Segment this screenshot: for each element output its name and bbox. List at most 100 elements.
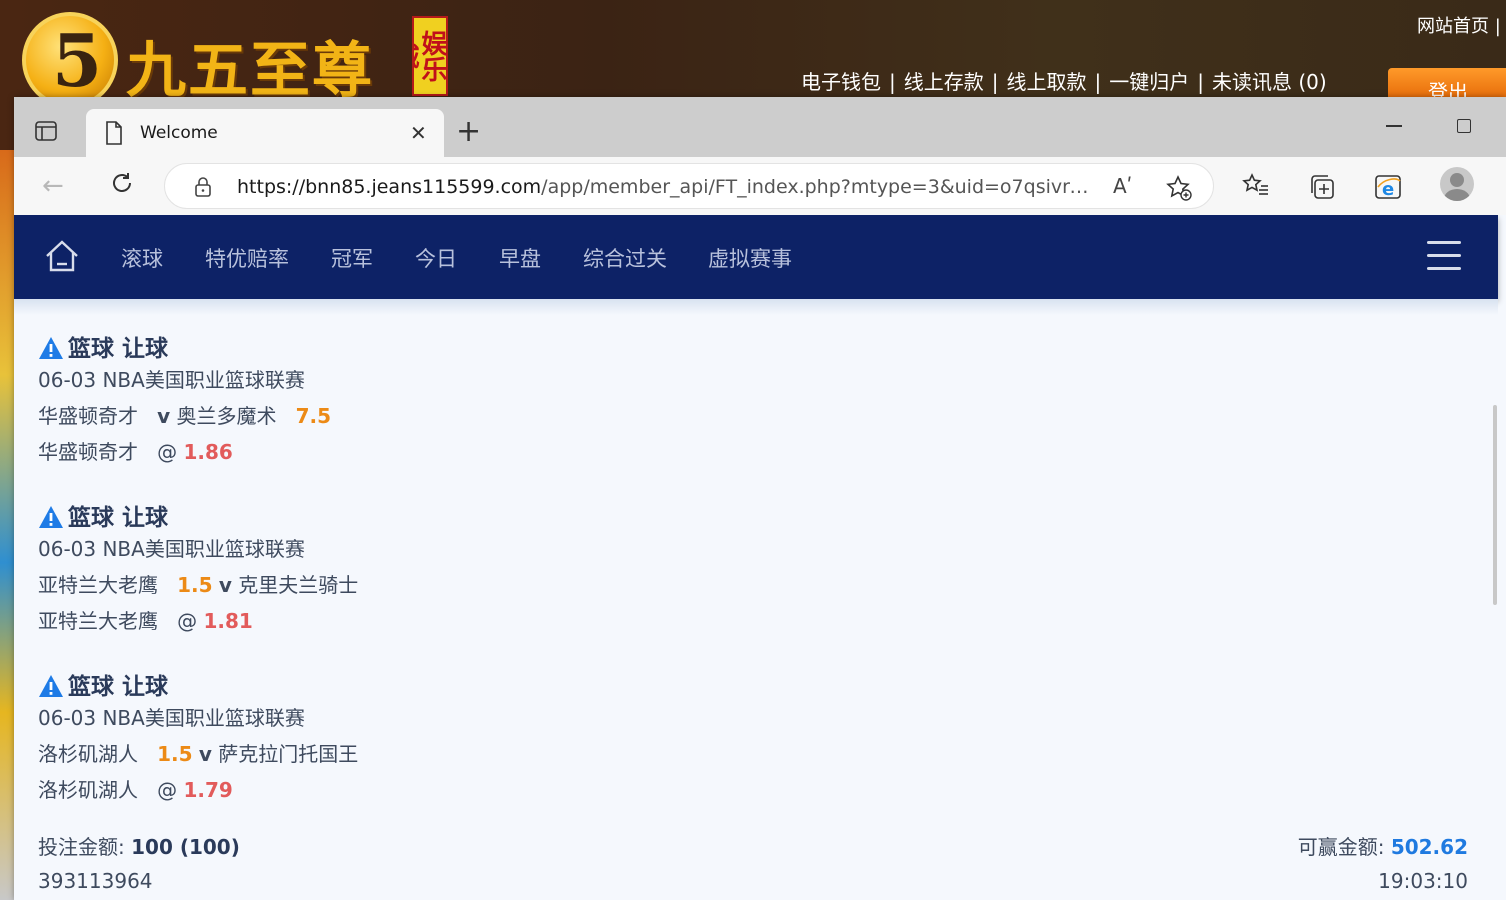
bet-title: 篮球 让球 <box>38 667 738 703</box>
bet-matchup: 洛杉矶湖人 1.5 v 萨克拉门托国王 <box>38 739 738 775</box>
site-account-links: 电子钱包 | 线上存款 | 线上取款 | 一键归户 | 未读讯息 (0) <box>801 66 1327 95</box>
at-sign: @ <box>157 778 178 802</box>
nav-champion[interactable]: 冠军 <box>331 243 373 273</box>
handicap-value: 1.5 <box>157 742 193 766</box>
logout-button[interactable]: 登出 <box>1388 68 1506 98</box>
bet-time: 19:03:10 <box>1378 869 1468 893</box>
withdraw-link[interactable]: 线上取款 <box>1007 70 1087 94</box>
back-arrow-icon[interactable]: ← <box>42 171 64 201</box>
bet-slip-item: 篮球 让球 06-03 NBA美国职业篮球联赛 洛杉矶湖人 1.5 v 萨克拉门… <box>38 667 738 811</box>
bet-league: 06-03 NBA美国职业篮球联赛 <box>38 706 305 730</box>
bet-pick: 华盛顿奇才 @ 1.86 <box>38 437 738 473</box>
at-sign: @ <box>157 440 178 464</box>
stake-summary: 投注金额: 100 (100) 可赢金额: 502.62 <box>38 831 1468 860</box>
link-separator: | <box>1094 70 1102 94</box>
bet-title: 篮球 让球 <box>38 329 738 365</box>
minimize-icon[interactable] <box>1386 125 1402 127</box>
versus: v <box>198 742 212 766</box>
away-team: 萨克拉门托国王 <box>218 742 359 766</box>
nav-live[interactable]: 滚球 <box>121 243 163 273</box>
document-icon <box>104 121 124 149</box>
nav-special-odds[interactable]: 特优赔率 <box>205 243 289 273</box>
site-logo-text: 九五至尊 <box>126 36 374 106</box>
stake-amount: 100 (100) <box>131 835 240 859</box>
consolidate-link[interactable]: 一键归户 <box>1109 70 1189 94</box>
versus: v <box>157 404 171 428</box>
home-team: 洛杉矶湖人 <box>38 742 138 766</box>
potential-win: 可赢金额: 502.62 <box>1298 831 1468 860</box>
scrollbar-thumb[interactable] <box>1493 405 1497 605</box>
background-banner-strip <box>0 150 14 900</box>
tab-title: Welcome <box>140 123 218 143</box>
favorites-icon[interactable] <box>1242 173 1270 203</box>
profile-avatar[interactable] <box>1440 167 1474 201</box>
bet-title: 篮球 让球 <box>38 498 738 534</box>
link-separator: | <box>991 70 999 94</box>
link-separator: | <box>1197 70 1204 94</box>
warning-icon <box>38 505 64 535</box>
away-team: 奥兰多魔术 <box>176 404 277 428</box>
read-aloud-icon[interactable]: Aʹ <box>1113 174 1132 198</box>
ticket-info: 393113964 19:03:10 <box>38 869 1468 893</box>
home-team: 华盛顿奇才 <box>38 404 138 428</box>
tab-welcome[interactable]: Welcome ✕ <box>86 109 444 157</box>
site-home-link[interactable]: 网站首页 | <box>1417 12 1501 38</box>
site-logo-badge: 娱乐城 <box>412 16 448 96</box>
browser-window: Welcome ✕ + ← https://bnn85.jeans115599.… <box>14 97 1506 900</box>
win-amount: 502.62 <box>1390 835 1468 859</box>
main-navigation: 滚球 特优赔率 冠军 今日 早盘 综合过关 虚拟赛事 <box>14 215 1498 299</box>
pick-team: 洛杉矶湖人 <box>38 778 138 802</box>
nav-virtual[interactable]: 虚拟赛事 <box>708 243 792 273</box>
pick-team: 亚特兰大老鹰 <box>38 609 158 633</box>
stake-label: 投注金额: <box>38 835 125 859</box>
ie-mode-icon[interactable]: e <box>1374 173 1402 205</box>
new-tab-icon[interactable]: + <box>456 117 481 147</box>
home-team: 亚特兰大老鹰 <box>38 573 158 597</box>
page-content: 滚球 特优赔率 冠军 今日 早盘 综合过关 虚拟赛事 篮球 让球 06-03 N… <box>14 215 1506 900</box>
versus: v <box>218 573 232 597</box>
tab-actions-icon[interactable] <box>34 119 66 149</box>
tab-bar: Welcome ✕ + <box>14 97 1506 157</box>
refresh-icon[interactable] <box>108 169 136 201</box>
lock-icon[interactable] <box>193 176 213 202</box>
deposit-link[interactable]: 线上存款 <box>904 70 984 94</box>
handicap-value: 1.5 <box>177 573 213 597</box>
win-label: 可赢金额: <box>1297 835 1385 859</box>
odds-value: 1.86 <box>183 440 233 464</box>
bet-pick: 亚特兰大老鹰 @ 1.81 <box>38 606 738 642</box>
avatar-head <box>1450 173 1464 187</box>
address-toolbar: ← https://bnn85.jeans115599.com/app/memb… <box>14 157 1506 215</box>
unread-messages-link[interactable]: 未读讯息 (0) <box>1212 70 1327 94</box>
odds-value: 1.81 <box>203 609 253 633</box>
away-team: 克里夫兰骑士 <box>238 573 359 597</box>
handicap-value: 7.5 <box>295 404 331 428</box>
bet-league: 06-03 NBA美国职业篮球联赛 <box>38 368 305 392</box>
bet-slip-item: 篮球 让球 06-03 NBA美国职业篮球联赛 亚特兰大老鹰 1.5 v 克里夫… <box>38 498 738 642</box>
avatar-body <box>1444 189 1470 201</box>
warning-icon <box>38 674 64 704</box>
warning-icon <box>38 336 64 366</box>
bet-league: 06-03 NBA美国职业篮球联赛 <box>38 537 305 561</box>
nav-early[interactable]: 早盘 <box>499 243 541 273</box>
wallet-link[interactable]: 电子钱包 <box>801 70 881 94</box>
nav-shadow <box>14 299 1498 315</box>
odds-value: 1.79 <box>183 778 233 802</box>
url-text[interactable]: https://bnn85.jeans115599.com/app/member… <box>237 176 1097 198</box>
home-icon[interactable] <box>44 239 80 277</box>
at-sign: @ <box>177 609 198 633</box>
bet-matchup: 华盛顿奇才 v 奥兰多魔术 7.5 <box>38 401 738 437</box>
ticket-id: 393113964 <box>38 869 153 893</box>
bet-matchup: 亚特兰大老鹰 1.5 v 克里夫兰骑士 <box>38 570 738 606</box>
bet-slip-item: 篮球 让球 06-03 NBA美国职业篮球联赛 华盛顿奇才 v 奥兰多魔术 7.… <box>38 329 738 473</box>
collections-icon[interactable] <box>1308 173 1336 205</box>
link-separator: | <box>889 70 896 94</box>
add-favorite-icon[interactable] <box>1165 174 1193 206</box>
maximize-icon[interactable] <box>1457 119 1471 133</box>
menu-icon[interactable] <box>1427 241 1461 271</box>
nav-today[interactable]: 今日 <box>415 243 457 273</box>
nav-parlay[interactable]: 综合过关 <box>583 243 667 273</box>
close-icon[interactable]: ✕ <box>410 121 427 145</box>
pick-team: 华盛顿奇才 <box>38 440 138 464</box>
bet-pick: 洛杉矶湖人 @ 1.79 <box>38 775 738 811</box>
address-bar[interactable]: https://bnn85.jeans115599.com/app/member… <box>164 163 1214 209</box>
